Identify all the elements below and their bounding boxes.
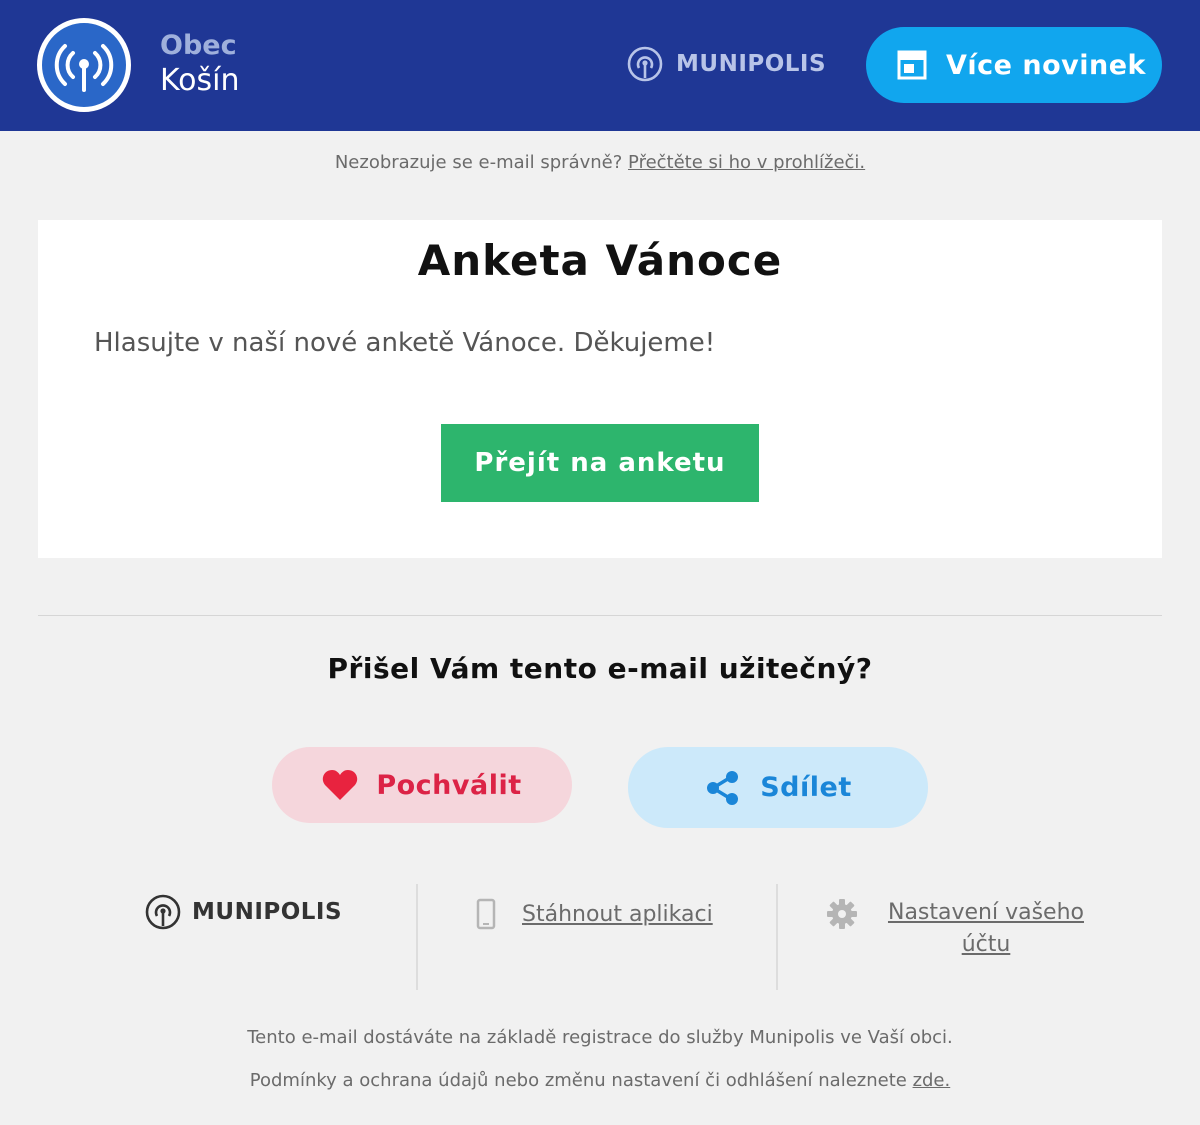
section-divider <box>38 615 1162 616</box>
munipolis-wordmark: MUNIPOLIS <box>676 51 827 77</box>
poll-description: Hlasujte v naší nové anketě Vánoce. Děku… <box>94 328 716 358</box>
download-app-item[interactable]: Stáhnout aplikaci <box>476 898 713 930</box>
download-app-link[interactable]: Stáhnout aplikaci <box>522 902 713 927</box>
terms-link[interactable]: zde. <box>913 1070 951 1091</box>
heart-icon <box>323 770 358 800</box>
footer-separator <box>776 884 778 990</box>
municipality-logo[interactable] <box>37 18 131 112</box>
registration-notice: Tento e-mail dostáváte na základě regist… <box>247 1027 953 1048</box>
browser-view-note: Nezobrazuje se e-mail správně? Přečtěte … <box>0 152 1200 173</box>
terms-text: Podmínky a ochrana údajů nebo změnu nast… <box>249 1070 907 1091</box>
more-news-button[interactable]: Více novinek <box>866 27 1162 103</box>
smartphone-icon <box>476 898 496 930</box>
munipolis-logo-header[interactable]: MUNIPOLIS <box>626 44 826 84</box>
poll-title: Anketa Vánoce <box>417 236 783 285</box>
share-label: Sdílet <box>760 772 852 803</box>
broadcast-antenna-icon <box>54 44 114 92</box>
like-button[interactable]: Pochválit <box>272 747 572 823</box>
gear-icon <box>827 899 857 929</box>
footer-separator <box>416 884 418 990</box>
terms-notice: Podmínky a ochrana údajů nebo změnu nast… <box>0 1070 1200 1091</box>
feedback-question: Přišel Vám tento e-mail užitečný? <box>327 652 873 685</box>
munipolis-wordmark-footer: MUNIPOLIS <box>192 899 343 925</box>
municipality-name: Košín <box>160 63 240 98</box>
more-news-label: Více novinek <box>946 49 1146 81</box>
share-icon <box>707 770 739 805</box>
munipolis-logo-footer[interactable]: MUNIPOLIS <box>144 893 342 931</box>
munipolis-logo-icon <box>627 46 663 82</box>
account-settings-item[interactable]: Nastavení vašeho účtu <box>826 898 1088 961</box>
share-button[interactable]: Sdílet <box>628 747 928 828</box>
poll-card: Anketa Vánoce Hlasujte v naší nové anket… <box>38 220 1162 558</box>
newspaper-icon <box>897 50 927 80</box>
account-settings-link[interactable]: Nastavení vašeho účtu <box>884 897 1088 961</box>
browser-note-text: Nezobrazuje se e-mail správně? <box>334 152 623 173</box>
header: Obec Košín MUNIPOLIS Více novinek <box>0 0 1200 131</box>
view-in-browser-link[interactable]: Přečtěte si ho v prohlížeči. <box>628 152 865 173</box>
brand-label: Obec <box>160 30 237 61</box>
like-label: Pochválit <box>376 769 522 801</box>
go-to-poll-button[interactable]: Přejít na anketu <box>441 424 759 502</box>
munipolis-logo-icon <box>145 894 181 930</box>
